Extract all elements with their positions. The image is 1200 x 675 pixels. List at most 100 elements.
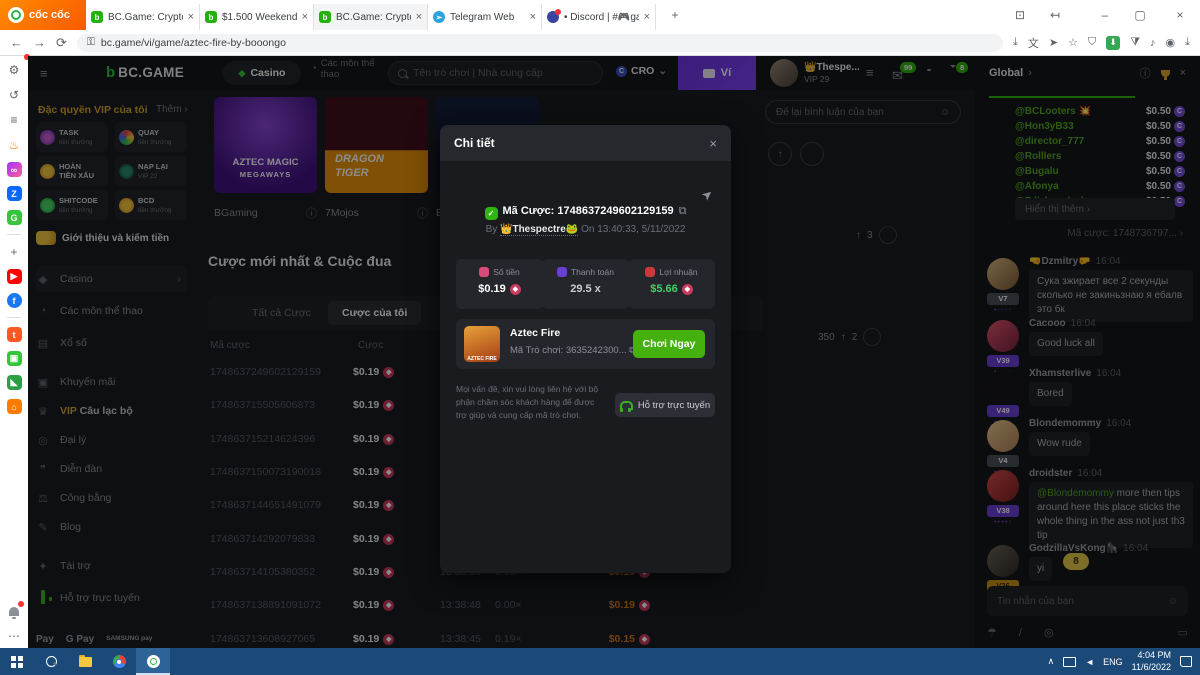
add-shortcut-icon[interactable]: + xyxy=(6,244,22,260)
modal-close-icon[interactable]: × xyxy=(709,136,717,151)
avatar[interactable] xyxy=(987,470,1019,502)
vip-tile-reload[interactable]: NẠP LẠIVIP 22 xyxy=(115,156,187,186)
mail-icon[interactable]: ✉99 xyxy=(892,68,903,84)
downloads-tray-icon[interactable]: ⤓ xyxy=(1185,36,1190,49)
tab-all-bets[interactable]: Tất cả Cược xyxy=(238,301,325,325)
emoji-react-icon[interactable] xyxy=(800,142,824,166)
gift-icon[interactable]: ▣ xyxy=(7,351,22,366)
nav-casino[interactable]: ◆Casino› xyxy=(36,266,187,292)
avatar[interactable] xyxy=(987,545,1019,577)
new-tab-button[interactable]: + xyxy=(660,0,690,30)
games-icon[interactable]: G xyxy=(7,210,22,225)
forward-icon[interactable]: → xyxy=(33,35,46,50)
translate-icon[interactable]: 文 xyxy=(1028,35,1039,51)
coccoc-brand[interactable]: cốc cốc xyxy=(0,0,86,30)
info-icon[interactable]: ⓘ xyxy=(306,205,317,221)
nav-blog[interactable]: ✎Blog xyxy=(36,514,187,540)
action-center-icon[interactable] xyxy=(1180,656,1192,667)
tab-close-icon[interactable]: × xyxy=(644,11,650,23)
game-provider[interactable]: BGamingⓘ xyxy=(214,203,317,223)
browser-tab[interactable]: b $1.500 Weekend Booongo M × xyxy=(200,4,314,30)
rain-icon[interactable]: ☂ xyxy=(987,626,997,639)
avatar[interactable] xyxy=(987,370,1019,402)
tray-expand-icon[interactable]: ∧ xyxy=(1048,656,1055,667)
thumb-up-icon[interactable]: ↑ xyxy=(856,230,861,241)
emoji-icon[interactable]: ☺ xyxy=(940,107,950,118)
reading-mode-icon[interactable]: ⊡ xyxy=(1005,0,1035,30)
player-name[interactable]: 👑Thespectre🐸 xyxy=(500,224,578,236)
chat-username[interactable]: droidster xyxy=(1029,468,1072,479)
emoji-icon[interactable]: ☺ xyxy=(1168,596,1178,607)
save-page-icon[interactable]: ⤓ xyxy=(1013,36,1018,49)
avatar[interactable] xyxy=(987,320,1019,352)
tab-my-bets[interactable]: Cược của tôi xyxy=(328,301,421,325)
chat-region-label[interactable]: Global xyxy=(989,67,1023,79)
chat-info-icon[interactable]: ⓘ xyxy=(1140,65,1151,81)
wallet-button[interactable]: Ví xyxy=(678,56,756,90)
zalo-icon[interactable]: Z xyxy=(7,186,22,201)
url-box[interactable]: ⚿ bc.game/vi/game/aztec-fire-by-booongo xyxy=(77,34,1003,52)
vip-tile-shitcode[interactable]: SHITCODEtiền thưởng xyxy=(36,190,108,220)
notification-bell-icon[interactable] xyxy=(6,603,22,619)
hot-icon[interactable]: ♨ xyxy=(6,137,22,153)
thumb-up-icon[interactable]: ↑ xyxy=(768,142,792,166)
mention[interactable]: @Blondemommy xyxy=(1037,488,1114,499)
settings-gear-icon[interactable]: ⚙ xyxy=(6,62,22,78)
tab-close-icon[interactable]: × xyxy=(416,11,422,23)
browser-tab[interactable]: ➣ Telegram Web × xyxy=(428,4,542,30)
commands-icon[interactable]: / xyxy=(1019,627,1022,639)
vip-tile-task[interactable]: TASKtiền thưởng xyxy=(36,122,108,152)
site-logo[interactable]: bBC.GAME xyxy=(106,64,184,82)
reply-icon[interactable] xyxy=(879,226,897,244)
tab-close-icon[interactable]: × xyxy=(188,11,194,23)
currency-selector[interactable]: C CRO ⌄ xyxy=(616,65,667,77)
bookmark-star-icon[interactable]: ☆ xyxy=(1068,36,1078,49)
edu-icon[interactable]: ◣ xyxy=(7,375,22,390)
bet-row[interactable]: 174863713608927065 $0.19◆ 13:38:45 0.19×… xyxy=(210,623,650,648)
chat-bet-reference[interactable]: Mã cược: 1748736797... › xyxy=(975,228,1183,239)
tab-close-icon[interactable]: × xyxy=(302,11,308,23)
nav-sports[interactable]: ◔Các môn thể thao xyxy=(36,298,187,324)
tab-casino[interactable]: ◆ Casino xyxy=(223,61,301,85)
news-icon[interactable]: ≡ xyxy=(6,112,22,128)
taskbar-clock[interactable]: 4:04 PM 11/6/2022 xyxy=(1132,650,1171,673)
extensions-puzzle-icon[interactable]: ⧩ xyxy=(1130,36,1140,49)
user-name[interactable]: 👑Thespe... xyxy=(804,62,860,73)
game-provider[interactable]: 7Mojosⓘ xyxy=(325,203,428,223)
copy-icon[interactable]: ⧉ xyxy=(679,205,687,217)
comment-like-row[interactable]: ↑ 3 xyxy=(856,226,897,244)
new-messages-pill[interactable]: 8 xyxy=(1063,553,1089,570)
game-search-input[interactable]: Tên trò chơi | Nhà cung cấp xyxy=(388,61,603,85)
nav-lottery[interactable]: ▤Xổ số xyxy=(36,330,187,356)
browser-tab[interactable]: b BC.Game: Crypto Casino Gam × xyxy=(86,4,200,30)
thumb-up-icon[interactable]: ↑ xyxy=(841,332,846,343)
music-icon[interactable]: ♪ xyxy=(1150,37,1156,49)
comment-like-row[interactable]: 350 ↑ 2 xyxy=(818,328,881,346)
card-icon[interactable]: ▭ xyxy=(1178,626,1188,639)
coccoc-button-active[interactable] xyxy=(136,648,170,675)
more-options-icon[interactable]: ⋯ xyxy=(6,628,22,644)
reply-icon[interactable] xyxy=(863,328,881,346)
game-card-aztec-magic[interactable]: AZTEC MAGIC MEGAWAYS xyxy=(214,97,317,193)
comment-input[interactable]: Để lại bình luận của bạn ☺ xyxy=(765,100,961,124)
chat-close-icon[interactable]: × xyxy=(1180,67,1186,79)
info-icon[interactable]: ⓘ xyxy=(417,205,428,221)
nav-live-support[interactable]: Hỗ trợ trực tuyến xyxy=(36,585,187,611)
vip-tile-spin[interactable]: QUAYtiền thưởng xyxy=(115,122,187,152)
game-thumbnail[interactable]: AZTEC FIRE xyxy=(464,326,500,362)
nav-vip-club[interactable]: ♛VIP Câu lạc bộ xyxy=(36,398,187,424)
file-explorer-button[interactable] xyxy=(68,648,102,675)
chat-username[interactable]: 🤜Dzmitry🤛 xyxy=(1029,256,1091,267)
menu-burger-icon[interactable]: ≡ xyxy=(40,66,48,81)
history-icon[interactable]: ↺ xyxy=(6,87,22,103)
tab-send-icon[interactable]: ↤ xyxy=(1040,0,1070,30)
share-icon[interactable]: ➤ xyxy=(698,185,717,204)
chat-input[interactable]: Tin nhắn của bạn ☺ xyxy=(987,586,1188,616)
cart-icon[interactable]: ⌂ xyxy=(7,399,22,414)
language-indicator[interactable]: ENG xyxy=(1103,657,1123,667)
taskbar-search[interactable] xyxy=(34,648,68,675)
chrome-button[interactable] xyxy=(102,648,136,675)
network-icon[interactable] xyxy=(1063,657,1076,667)
trophy-icon[interactable] xyxy=(1161,70,1170,77)
dart-icon[interactable]: ◎ xyxy=(1044,626,1054,639)
